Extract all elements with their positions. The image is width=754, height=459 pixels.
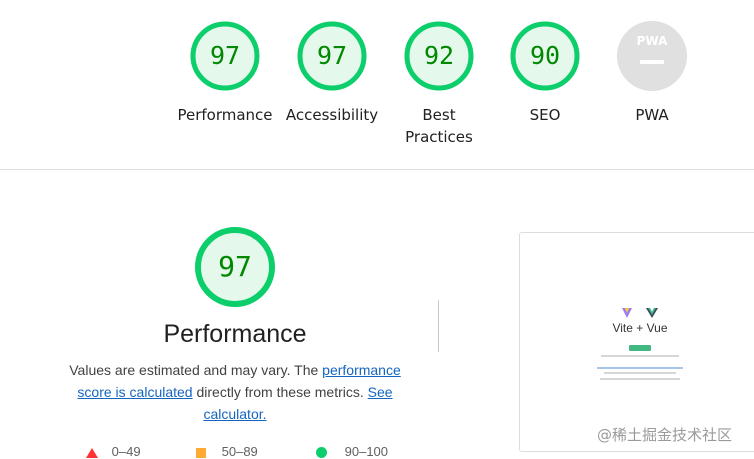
pwa-badge-text: PWA <box>636 34 668 48</box>
gauge-best-practices[interactable]: 92 <box>403 20 475 92</box>
legend-range: 90–100 <box>344 444 389 459</box>
legend-range: 50–89 <box>221 444 258 459</box>
gauge-score: 97 <box>209 41 241 70</box>
legend-item-average: 50–89 <box>196 444 258 459</box>
score-description: Values are estimated and may vary. The p… <box>60 359 410 425</box>
thumbnail-text-line <box>600 378 680 380</box>
gauge-score: 97 <box>316 41 348 70</box>
gauge-seo[interactable]: 90 <box>509 20 581 92</box>
gauge-label-seo: SEO <box>529 106 561 124</box>
final-screenshot-thumbnail[interactable]: Vite + Vue <box>519 232 754 452</box>
pwa-badge-icon <box>617 21 687 91</box>
gauge-label-accessibility: Accessibility <box>285 106 379 124</box>
gauge-label-line: Practices <box>405 128 473 146</box>
gauge-label-line: Best <box>422 106 456 124</box>
triangle-icon <box>86 447 98 458</box>
desc-text: Values are estimated and may vary. The <box>69 362 323 378</box>
gauge-pwa[interactable]: PWA <box>616 20 688 92</box>
main-title: Performance <box>163 320 307 348</box>
gauge-label-pwa: PWA <box>635 106 669 124</box>
square-icon <box>196 447 206 458</box>
thumbnail-text-line <box>604 372 676 374</box>
desc-text: directly from these metrics. <box>192 384 368 400</box>
legend-item-fail: 0–49 <box>86 444 141 459</box>
vertical-divider <box>438 300 439 352</box>
thumbnail-count-button <box>629 345 651 351</box>
gauge-score: 90 <box>529 41 561 70</box>
legend-item-pass: 90–100 <box>316 444 388 459</box>
watermark: @稀土掘金技术社区 <box>597 426 733 444</box>
gauge-accessibility[interactable]: 97 <box>296 20 368 92</box>
thumbnail-text-line <box>601 355 679 357</box>
gauge-performance[interactable]: 97 <box>189 20 261 92</box>
thumbnail-text-line <box>597 367 683 369</box>
main-score: 97 <box>218 250 252 283</box>
legend-range: 0–49 <box>111 444 141 459</box>
thumbnail-title: Vite + Vue <box>612 321 668 335</box>
vite-vue-logos-icon <box>622 308 658 318</box>
gauge-label-best-practices: Best Practices <box>384 104 494 148</box>
section-divider <box>0 169 754 170</box>
gauge-score: 92 <box>423 41 455 70</box>
circle-icon <box>316 447 327 459</box>
main-performance-gauge: 97 <box>194 226 276 308</box>
gauge-label-performance: Performance <box>177 106 273 124</box>
